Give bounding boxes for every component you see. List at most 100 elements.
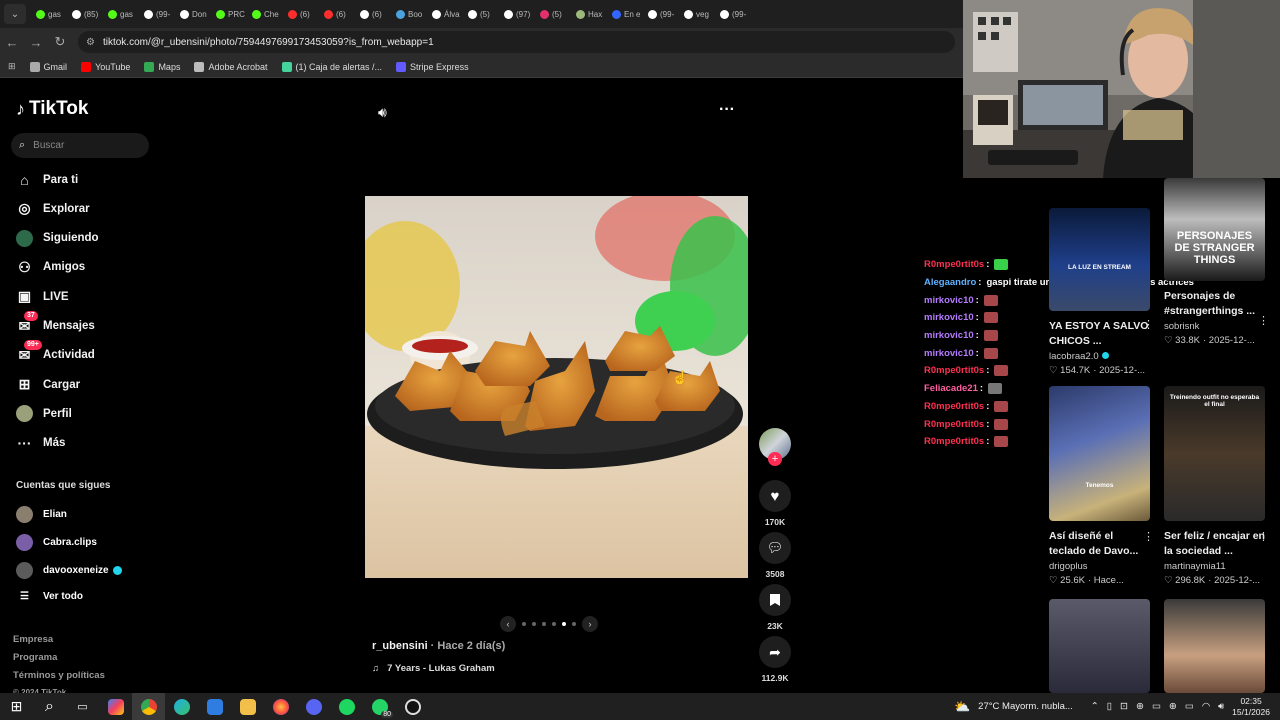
share-button[interactable]: ➦ 112.9K (757, 636, 793, 683)
browser-tab[interactable]: (99- (714, 0, 750, 28)
browser-tab[interactable]: (6) (354, 0, 390, 28)
more-options-icon[interactable]: ··· (719, 101, 735, 119)
browser-tab[interactable]: gas (30, 0, 66, 28)
site-info-icon[interactable]: ⚙ (86, 37, 95, 48)
video-title[interactable]: Personajes de #strangerthings ... (1164, 289, 1265, 319)
video-thumbnail[interactable]: Treinendo outfit no esperaba el final (1164, 386, 1265, 521)
video-thumbnail[interactable] (1049, 599, 1150, 693)
post-username[interactable]: r_ubensini (372, 640, 428, 652)
browser-tab[interactable]: (97) (498, 0, 534, 28)
video-title[interactable]: Así diseñé el teclado de Davo... (1049, 529, 1150, 559)
sidebar-item-más[interactable]: ··· Más (16, 435, 66, 452)
bookmark-item[interactable]: (1) Caja de alertas /... (281, 61, 382, 72)
video-author[interactable]: lacobraa2.0 (1049, 351, 1150, 362)
save-button[interactable]: 23K (757, 584, 793, 631)
bookmark-item[interactable]: Gmail (29, 61, 67, 72)
url-field[interactable]: ⚙ tiktok.com/@r_ubensini/photo/759449769… (78, 31, 955, 53)
browser-tab[interactable]: Don (174, 0, 210, 28)
sidebar-item-cargar[interactable]: ⊞ Cargar (16, 376, 80, 393)
browser-tab[interactable]: (99- (642, 0, 678, 28)
following-account[interactable]: Elian (16, 506, 67, 523)
weather-text[interactable]: 27°C Mayorm. nubla... (978, 701, 1073, 712)
video-thumbnail[interactable]: Tenemos (1049, 386, 1150, 521)
video-title[interactable]: YA ESTOY A SALVO CHICOS ... (1049, 319, 1150, 349)
post-music[interactable]: ♫ 7 Years - Lukas Graham (372, 663, 495, 674)
comment-button[interactable]: 💬︎ 3508 (757, 532, 793, 579)
sidebar-item-para-ti[interactable]: ⌂ Para ti (16, 171, 78, 188)
footer-link[interactable]: Empresa (13, 634, 53, 645)
sidebar-item-perfil[interactable]: Perfil (16, 405, 72, 423)
slide-dot[interactable] (572, 622, 576, 626)
search-box[interactable]: ⌕ Buscar (11, 133, 149, 158)
taskbar-whatsapp[interactable]: 80 (363, 693, 396, 720)
browser-tab[interactable]: (6) (282, 0, 318, 28)
browser-tab[interactable]: Boo (390, 0, 426, 28)
bookmark-item[interactable]: Stripe Express (396, 61, 469, 72)
browser-tab[interactable]: Álva (426, 0, 462, 28)
kebab-menu-icon[interactable]: ⋮ (1258, 314, 1269, 327)
browser-tab[interactable]: (5) (462, 0, 498, 28)
next-slide-button[interactable]: › (582, 616, 598, 632)
video-author[interactable]: drigoplus (1049, 561, 1150, 572)
kebab-menu-icon[interactable]: ⋮ (1143, 318, 1154, 331)
bookmark-item[interactable]: Maps (144, 61, 180, 72)
sidebar-item-mensajes[interactable]: ✉ 37 Mensajes (16, 310, 95, 335)
kebab-menu-icon[interactable]: ⋮ (1143, 530, 1154, 543)
video-thumbnail[interactable] (1164, 599, 1265, 693)
sidebar-item-explorar[interactable]: ◎ Explorar (16, 200, 89, 217)
slide-dot[interactable] (532, 622, 536, 626)
back-button[interactable]: ← (0, 35, 24, 50)
following-account[interactable]: Cabra.clips (16, 534, 97, 551)
browser-tab[interactable]: PRC (210, 0, 246, 28)
video-title[interactable]: Ser feliz / encajar en la sociedad ... (1164, 529, 1265, 559)
recommended-video[interactable]: PERSONAJES DE STRANGER THINGS Personajes … (1164, 178, 1269, 346)
apps-grid-icon[interactable]: ⊞ (8, 61, 16, 72)
footer-link[interactable]: Programa (13, 652, 57, 663)
browser-tab[interactable]: (99- (138, 0, 174, 28)
author-avatar[interactable]: + (757, 428, 793, 466)
taskbar-spotify[interactable] (330, 693, 363, 720)
search-input[interactable]: Buscar (33, 140, 64, 151)
slide-dot[interactable] (552, 622, 556, 626)
browser-tab[interactable]: (85) (66, 0, 102, 28)
follow-plus-icon[interactable]: + (768, 452, 782, 466)
slide-dot[interactable] (562, 622, 566, 626)
slide-dot[interactable] (542, 622, 546, 626)
taskbar-explorer[interactable] (231, 693, 264, 720)
video-thumbnail[interactable]: LA LUZ EN STREAM (1049, 208, 1150, 311)
tab-search-button[interactable]: ⌄ (4, 4, 26, 24)
task-view-button[interactable]: ▭ (66, 693, 99, 720)
video-thumbnail[interactable]: PERSONAJES DE STRANGER THINGS (1164, 178, 1265, 281)
recommended-video[interactable]: LA LUZ EN STREAM YA ESTOY A SALVO CHICOS … (1049, 178, 1154, 376)
kebab-menu-icon[interactable]: ⋮ (1258, 530, 1269, 543)
video-author[interactable]: martinaymia11 (1164, 561, 1265, 572)
sidebar-item-live[interactable]: ▣ LIVE (16, 288, 69, 305)
taskbar-search-button[interactable]: ⌕ (33, 693, 66, 720)
bookmark-item[interactable]: Adobe Acrobat (194, 61, 268, 72)
taskbar-obs[interactable] (396, 693, 429, 720)
see-all-link[interactable]: ☰ Ver todo (16, 591, 83, 602)
slide-dot[interactable] (522, 622, 526, 626)
sidebar-item-actividad[interactable]: ✉ 99+ Actividad (16, 339, 95, 364)
following-account[interactable]: davooxeneize (16, 562, 122, 579)
browser-tab[interactable]: (5) (534, 0, 570, 28)
reload-button[interactable]: ↻ (48, 34, 72, 50)
prev-slide-button[interactable]: ‹ (500, 616, 516, 632)
tray-chevron-icon[interactable]: ⌃ (1091, 701, 1099, 712)
sidebar-item-siguiendo[interactable]: Siguiendo (16, 229, 99, 247)
browser-tab[interactable]: En e (606, 0, 642, 28)
volume-icon[interactable]: 🔊︎ (378, 104, 387, 121)
recommended-video[interactable]: Treinendo outfit no esperaba el final Ser… (1164, 386, 1269, 586)
taskbar-firefox[interactable] (264, 693, 297, 720)
post-photo[interactable] (365, 196, 748, 578)
recommended-video[interactable]: Tenemos Así diseñé el teclado de Davo... d… (1049, 386, 1154, 586)
taskbar-copilot[interactable] (99, 693, 132, 720)
taskbar-chrome[interactable] (132, 693, 165, 720)
browser-tab[interactable]: (6) (318, 0, 354, 28)
browser-tab[interactable]: gas (102, 0, 138, 28)
footer-link[interactable]: Términos y políticas (13, 670, 105, 681)
taskbar-discord[interactable] (297, 693, 330, 720)
like-button[interactable]: ♥ 170K (757, 480, 793, 527)
clock[interactable]: 02:35 15/1/2026 (1232, 696, 1270, 718)
browser-tab[interactable]: veg (678, 0, 714, 28)
